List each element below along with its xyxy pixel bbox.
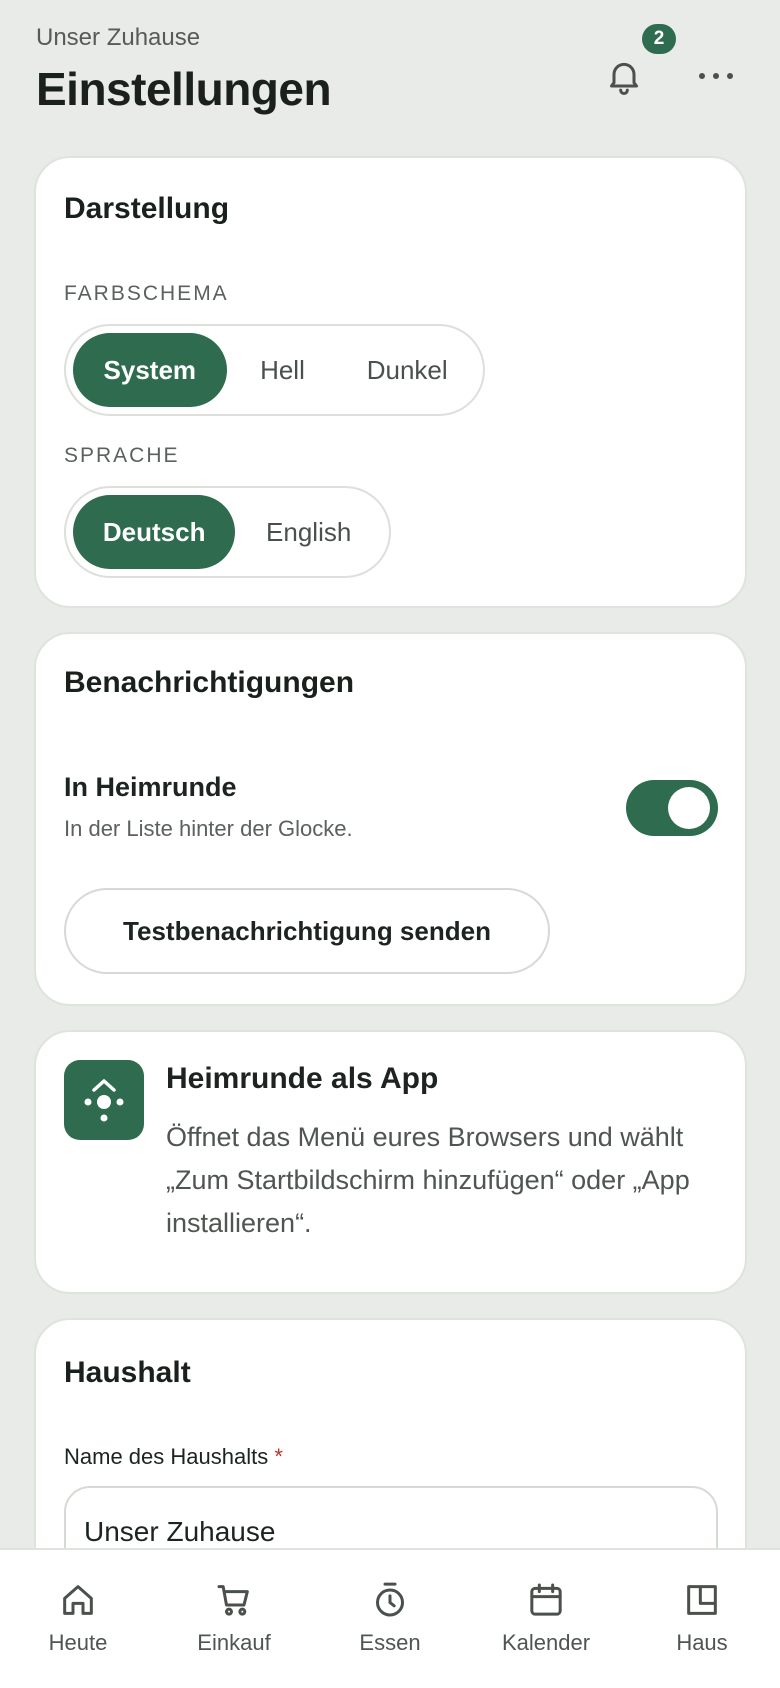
language-label: SPRACHE bbox=[64, 444, 180, 467]
cart-icon bbox=[217, 1585, 249, 1616]
household-title: Haushalt bbox=[64, 1356, 191, 1389]
household-name: Unser Zuhause bbox=[36, 24, 201, 51]
color-scheme-label: FARBSCHEMA bbox=[64, 282, 229, 305]
page-title: Einstellungen bbox=[36, 63, 332, 115]
color-scheme-option-light[interactable]: Hell bbox=[227, 333, 339, 407]
nav-label-heute: Heute bbox=[48, 1630, 108, 1655]
toggle-knob bbox=[668, 787, 710, 829]
household-name-label: Name des Haushalts * bbox=[64, 1444, 283, 1470]
required-marker: * bbox=[274, 1444, 283, 1469]
notification-count-badge: 2 bbox=[642, 24, 676, 54]
appearance-card: Darstellung FARBSCHEMA System Hell Dunke… bbox=[34, 156, 747, 608]
language-selector: Deutsch English bbox=[64, 486, 391, 578]
appearance-title: Darstellung bbox=[64, 192, 230, 225]
color-scheme-selector: System Hell Dunkel bbox=[64, 324, 485, 416]
nav-item-einkauf[interactable]: Einkauf bbox=[156, 1550, 312, 1688]
nav-item-heute[interactable]: Heute bbox=[0, 1550, 156, 1688]
nav-label-essen: Essen bbox=[359, 1630, 421, 1655]
in-app-notifications-title: In Heimrunde bbox=[64, 772, 237, 802]
notifications-button[interactable] bbox=[598, 50, 650, 102]
bottom-navigation: Heute Einkauf Essen Kalender Haus bbox=[0, 1548, 780, 1688]
in-app-notifications-toggle[interactable] bbox=[626, 780, 718, 836]
install-app-instructions: Öffnet das Menü eures Browsers und wählt… bbox=[166, 1122, 690, 1238]
color-scheme-option-system[interactable]: System bbox=[73, 333, 227, 407]
in-app-notifications-subtitle: In der Liste hinter der Glocke. bbox=[64, 816, 353, 841]
notifications-title: Benachrichtigungen bbox=[64, 666, 355, 699]
heimrunde-logo-icon bbox=[64, 1060, 144, 1140]
household-name-label-text: Name des Haushalts bbox=[64, 1444, 269, 1469]
notifications-card: Benachrichtigungen In Heimrunde In der L… bbox=[34, 632, 747, 1006]
home-icon bbox=[63, 1585, 93, 1615]
layout-icon bbox=[687, 1585, 717, 1615]
install-app-title: Heimrunde als App bbox=[166, 1062, 439, 1095]
timer-icon bbox=[376, 1582, 404, 1617]
nav-label-kalender: Kalender bbox=[501, 1630, 591, 1655]
page-header: Unser Zuhause Einstellungen 2 bbox=[0, 0, 780, 150]
more-horizontal-icon bbox=[699, 73, 733, 79]
install-app-card: Heimrunde als App Öffnet das Menü eures … bbox=[34, 1030, 747, 1294]
nav-item-kalender[interactable]: Kalender bbox=[468, 1550, 624, 1688]
nav-label-einkauf: Einkauf bbox=[197, 1630, 271, 1655]
more-menu-button[interactable] bbox=[690, 50, 742, 102]
nav-label-haus: Haus bbox=[676, 1630, 728, 1655]
calendar-icon bbox=[530, 1583, 562, 1616]
color-scheme-option-dark[interactable]: Dunkel bbox=[338, 333, 476, 407]
language-option-deutsch[interactable]: Deutsch bbox=[73, 495, 236, 569]
language-option-english[interactable]: English bbox=[235, 495, 382, 569]
nav-item-essen[interactable]: Essen bbox=[312, 1550, 468, 1688]
bell-icon bbox=[610, 62, 638, 95]
send-test-notification-button[interactable]: Testbenachrichtigung senden bbox=[64, 888, 550, 974]
nav-item-haus[interactable]: Haus bbox=[624, 1550, 780, 1688]
